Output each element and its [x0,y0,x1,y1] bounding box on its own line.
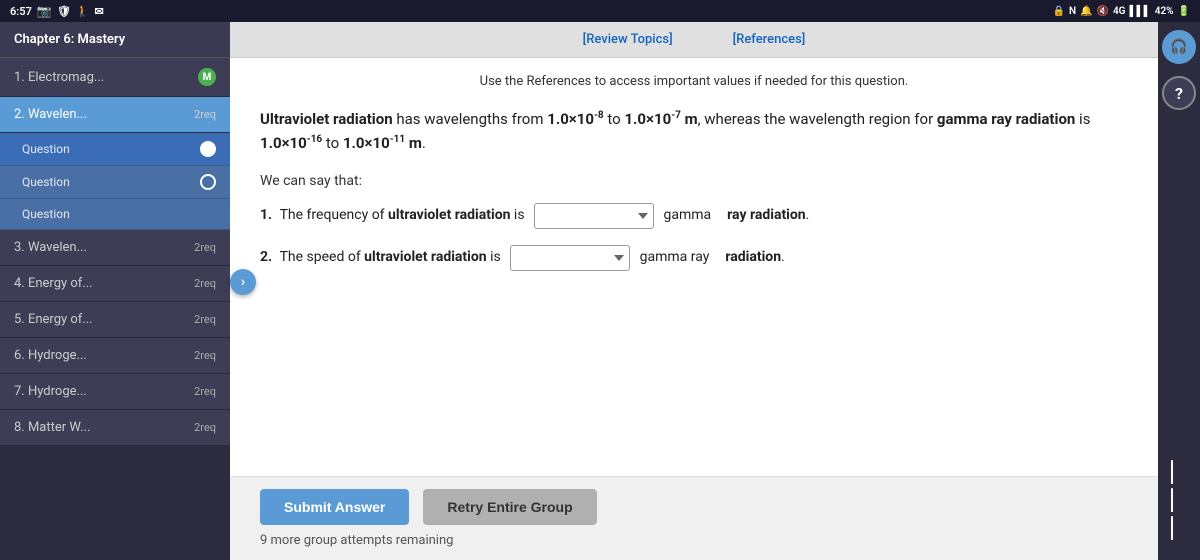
sidebar-item-8-badge: 2req [194,421,216,434]
mute-icon: 🔇 [1096,6,1108,17]
tab-review-topics[interactable]: [Review Topics] [583,30,673,49]
uv-radiation-bold: Ultraviolet radiation [260,110,393,128]
q1-suffix: gamma [660,203,711,228]
sidebar-subitem-2-3[interactable]: Question [0,199,230,230]
sidebar-item-6-label: 6. Hydroge... [14,348,87,363]
help-button[interactable]: ? [1162,76,1196,110]
sidebar-item-2-badge: 2req [194,108,216,121]
menu-line-3: ▏ [1171,516,1186,540]
q2-suffix: gamma ray [636,245,709,270]
status-right: 🔒 N 🔔 🔇 4G ▌▌▌ 42% 🔋 [1053,6,1191,17]
sidebar-item-4-label: 4. Energy of... [14,276,93,291]
action-bar: Submit Answer Retry Entire Group 9 more … [230,476,1158,560]
q1-dropdown[interactable]: greater than less than equal to [534,203,654,229]
question-mark-icon: ? [1175,84,1183,103]
person-icon: 🚶 [76,5,90,18]
sidebar-item-5-label: 5. Energy of... [14,312,93,327]
right-panel: 🎧 ? ▏ ▏ ▏ [1158,22,1200,560]
sidebar-item-3-badge: 2req [194,241,216,254]
status-left: 6:57 📷 🛡 🚶 ✉ [10,4,104,18]
subitem-2-3-label: Question [22,207,70,221]
sidebar-item-4-badge: 2req [194,277,216,290]
subitem-2-1-label: Question [22,142,70,156]
action-buttons: Submit Answer Retry Entire Group [260,489,1128,525]
wifi-signal: ▌▌▌ [1129,6,1150,17]
sidebar-header: Chapter 6: Mastery [0,22,230,58]
sidebar-item-7-label: 7. Hydroge... [14,384,87,399]
status-bar: 6:57 📷 🛡 🚶 ✉ 🔒 N 🔔 🔇 4G ▌▌▌ 42% 🔋 [0,0,1200,22]
subitem-2-2-icon [200,174,216,190]
value-3-bold: 1.0×10-16 [260,134,322,152]
tab-bar: [Review Topics] [References] [230,22,1158,58]
battery-icon: 🔋 [1178,6,1190,17]
sidebar-item-7-badge: 2req [194,385,216,398]
sidebar-item-1[interactable]: 1. Electromag... M [0,58,230,97]
subitem-2-1-icon [200,141,216,157]
q2-dropdown[interactable]: greater than less than equal to [510,245,630,271]
sidebar-item-6-badge: 2req [194,349,216,362]
subitem-2-2-label: Question [22,175,70,189]
main-container: Chapter 6: Mastery 1. Electromag... M 2.… [0,22,1200,560]
menu-line-1: ▏ [1171,460,1186,484]
q2-suffix-2: radiation. [709,245,784,270]
q1-mid: is [510,203,528,228]
mail-icon: ✉ [94,5,103,18]
q1-ray-bold: ray radiation [727,207,805,223]
headset-icon: 🎧 [1170,39,1187,55]
q2-number: 2. [260,245,272,270]
sidebar: Chapter 6: Mastery 1. Electromag... M 2.… [0,22,230,560]
sidebar-item-3[interactable]: 3. Wavelen... 2req [0,230,230,266]
q1-number: 1. [260,203,272,228]
battery-percent: 42% [1155,6,1174,17]
reference-note: Use the References to access important v… [260,74,1128,89]
sidebar-item-1-badge: M [198,68,216,86]
sidebar-item-2[interactable]: 2. Wavelen... 2req [0,97,230,133]
q2-prefix: The speed of [280,245,365,270]
q1-prefix: The frequency of [280,203,388,228]
sidebar-item-5-badge: 2req [194,313,216,326]
time-display: 6:57 [10,5,32,18]
q1-suffix-2: ray radiation. [711,203,809,228]
content-area: [Review Topics] [References] Use the Ref… [230,22,1158,560]
sidebar-subitem-2-1[interactable]: Question [0,133,230,166]
shield-icon: 🛡 [57,5,71,18]
question-body-text: Ultraviolet radiation has wavelengths fr… [260,107,1128,155]
sidebar-subitem-2-2[interactable]: Question [0,166,230,199]
q1-bold-uv: ultraviolet radiation [388,203,510,228]
value-1-bold: 1.0×10-8 [547,110,603,128]
gamma-radiation-bold: gamma ray radiation [937,110,1075,128]
right-panel-nav: ▏ ▏ ▏ [1171,460,1186,560]
value-4-bold: 1.0×10-11 m [343,134,422,152]
we-can-say-text: We can say that: [260,173,1128,189]
sidebar-item-4[interactable]: 4. Energy of... 2req [0,266,230,302]
q2-mid: is [487,245,505,270]
value-2-bold: 1.0×10-7 m [624,110,697,128]
sidebar-item-2-label: 2. Wavelen... [14,107,87,122]
sidebar-item-5[interactable]: 5. Energy of... 2req [0,302,230,338]
submit-answer-button[interactable]: Submit Answer [260,489,409,525]
sidebar-item-3-label: 3. Wavelen... [14,240,87,255]
sidebar-item-8[interactable]: 8. Matter W... 2req [0,410,230,446]
q2-bold-uv: ultraviolet radiation [364,245,486,270]
headset-button[interactable]: 🎧 [1162,30,1196,64]
menu-line-2: ▏ [1171,488,1186,512]
n-indicator: N [1069,6,1076,17]
camera-icon: 📷 [37,4,52,18]
sidebar-item-6[interactable]: 6. Hydroge... 2req [0,338,230,374]
retry-entire-group-button[interactable]: Retry Entire Group [423,489,596,525]
question-content: Use the References to access important v… [230,58,1158,476]
q2-radiation-bold: radiation [725,249,781,265]
chevron-right-icon: › [241,274,245,290]
lock-icon: 🔒 [1053,6,1065,17]
question-item-2: 2. The speed of ultraviolet radiation is… [260,245,1128,271]
signal-icon: 4G [1113,6,1126,17]
alarm-icon: 🔔 [1080,6,1092,17]
tab-references[interactable]: [References] [733,30,806,49]
sidebar-item-8-label: 8. Matter W... [14,420,90,435]
sidebar-item-1-label: 1. Electromag... [14,70,104,85]
sidebar-expand-button[interactable]: › [230,269,256,295]
question-item-1: 1. The frequency of ultraviolet radiatio… [260,203,1128,229]
attempts-remaining-text: 9 more group attempts remaining [260,533,1128,548]
sidebar-item-7[interactable]: 7. Hydroge... 2req [0,374,230,410]
